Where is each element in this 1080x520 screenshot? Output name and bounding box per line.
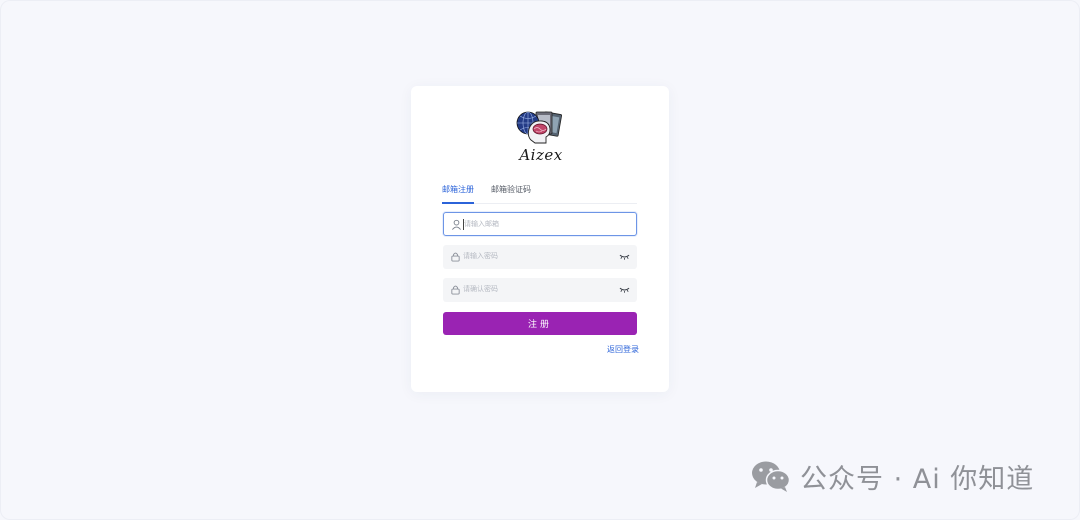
confirm-password-field[interactable] xyxy=(443,278,637,302)
tab-email-register[interactable]: 邮箱注册 xyxy=(442,184,474,204)
watermark: 公众号 · Ai 你知道 xyxy=(750,458,1035,495)
lock-icon xyxy=(451,252,460,262)
eye-closed-icon[interactable] xyxy=(619,252,630,261)
email-field[interactable] xyxy=(443,212,637,236)
password-field[interactable] xyxy=(443,245,637,269)
brand-logo: Aizex xyxy=(515,110,567,164)
register-button[interactable]: 注册 xyxy=(443,312,637,335)
tab-email-verification-code[interactable]: 邮箱验证码 xyxy=(491,184,531,196)
lock-icon xyxy=(451,285,460,295)
wechat-icon xyxy=(752,461,791,492)
confirm-password-input[interactable] xyxy=(463,278,613,300)
register-tabs: 邮箱注册 邮箱验证码 xyxy=(442,184,637,204)
password-input[interactable] xyxy=(463,245,613,267)
logo-text: Aizex xyxy=(519,146,563,164)
back-to-login-link[interactable]: 返回登录 xyxy=(607,344,639,355)
email-input[interactable] xyxy=(464,213,614,235)
eye-closed-icon[interactable] xyxy=(619,285,630,294)
globe-brain-logo-icon xyxy=(516,111,563,144)
user-icon xyxy=(452,219,461,230)
register-card: Aizex 邮箱注册 邮箱验证码 注 xyxy=(411,86,669,392)
watermark-text: 公众号 · Ai 你知道 xyxy=(800,463,1035,495)
